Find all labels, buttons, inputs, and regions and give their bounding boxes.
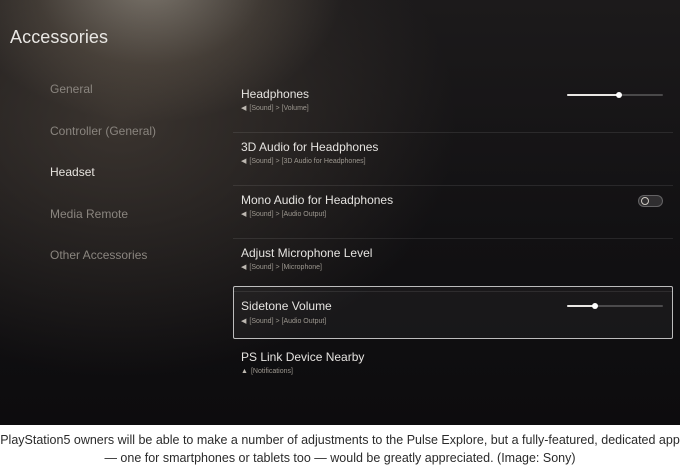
setting-path: ▲ [Notifications] — [241, 368, 293, 375]
setting-title: Adjust Microphone Level — [241, 246, 373, 260]
slider-knob[interactable] — [615, 92, 622, 98]
setting-headphones-row[interactable]: Headphones ◀ [Sound] > [Volume] — [233, 80, 673, 133]
setting-ps-link-row[interactable]: PS Link Device Nearby ▲ [Notifications] — [233, 343, 673, 396]
setting-path-text: [Sound] > [Audio Output] — [249, 211, 327, 218]
setting-path-text: [Notifications] — [250, 368, 293, 375]
setting-path: ◀ [Sound] > [3D Audio for Headphones] — [241, 158, 366, 165]
mono-audio-toggle[interactable] — [638, 195, 663, 207]
toggle-knob — [641, 197, 649, 205]
ps5-settings-screen: Accessories General Controller (General)… — [0, 0, 680, 425]
speaker-icon: ◀ — [241, 158, 247, 165]
sidebar-item-other-accessories[interactable]: Other Accessories — [50, 248, 147, 262]
setting-path-text: [Sound] > [3D Audio for Headphones] — [249, 158, 366, 165]
setting-path: ◀ [Sound] > [Audio Output] — [241, 211, 326, 218]
sidebar-item-headset[interactable]: Headset — [50, 165, 95, 179]
speaker-icon: ◀ — [241, 211, 247, 218]
speaker-icon: ◀ — [241, 264, 247, 271]
headphones-volume-slider[interactable] — [567, 92, 663, 98]
setting-microphone-level-row[interactable]: Adjust Microphone Level ◀ [Sound] > [Mic… — [233, 239, 673, 292]
bell-icon: ▲ — [241, 368, 248, 375]
slider-fill — [567, 305, 595, 307]
setting-3d-audio-row[interactable]: 3D Audio for Headphones ◀ [Sound] > [3D … — [233, 133, 673, 186]
setting-title: 3D Audio for Headphones — [241, 140, 379, 154]
sidebar-item-media-remote[interactable]: Media Remote — [50, 207, 128, 221]
setting-path-text: [Sound] > [Volume] — [249, 105, 309, 112]
setting-title: Mono Audio for Headphones — [241, 193, 394, 207]
setting-title: PS Link Device Nearby — [241, 350, 365, 364]
setting-path-text: [Sound] > [Microphone] — [249, 264, 322, 271]
setting-path: ◀ [Sound] > [Microphone] — [241, 264, 322, 271]
image-caption: PlayStation5 owners will be able to make… — [0, 425, 680, 475]
setting-path: ◀ [Sound] > [Audio Output] — [241, 318, 326, 325]
slider-fill — [567, 94, 619, 96]
speaker-icon: ◀ — [241, 105, 247, 112]
setting-title: Headphones — [241, 87, 310, 101]
sidebar-item-general[interactable]: General — [50, 82, 93, 96]
setting-title: Sidetone Volume — [241, 299, 332, 313]
sidebar-item-controller-general[interactable]: Controller (General) — [50, 124, 156, 138]
page-title: Accessories — [10, 27, 109, 47]
slider-knob[interactable] — [591, 303, 598, 309]
speaker-icon: ◀ — [241, 318, 247, 325]
sidetone-volume-slider[interactable] — [567, 303, 663, 309]
setting-mono-audio-row[interactable]: Mono Audio for Headphones ◀ [Sound] > [A… — [233, 186, 673, 239]
setting-path-text: [Sound] > [Audio Output] — [249, 318, 327, 325]
setting-sidetone-volume-row[interactable]: Sidetone Volume ◀ [Sound] > [Audio Outpu… — [233, 286, 673, 339]
setting-path: ◀ [Sound] > [Volume] — [241, 105, 309, 112]
